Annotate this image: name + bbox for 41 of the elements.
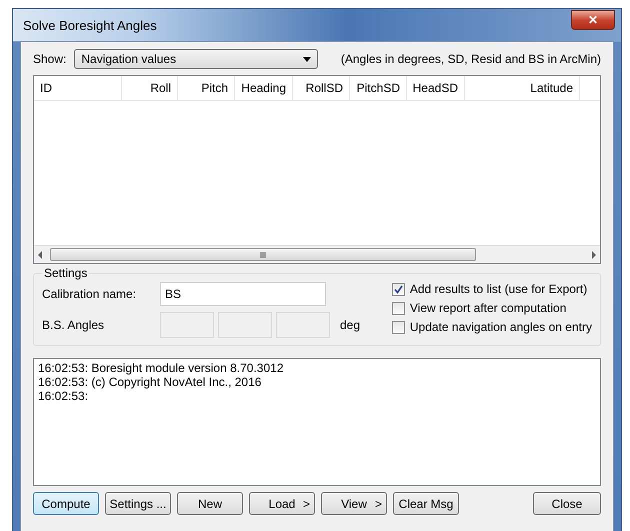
checkbox-label: View report after computation — [410, 301, 566, 315]
scrollbar-thumb[interactable] — [50, 248, 476, 261]
close-dialog-button[interactable]: Close — [533, 492, 601, 515]
angle-field[interactable] — [218, 312, 272, 338]
checkbox[interactable] — [392, 282, 405, 296]
calibration-label: Calibration name: — [42, 287, 138, 301]
log-line: 16:02:53: Boresight module version 8.70.3012 — [38, 361, 285, 375]
action-button[interactable]: Settings ... — [105, 492, 171, 515]
action-button[interactable]: New — [177, 492, 243, 515]
column-header[interactable]: HeadSD — [407, 76, 465, 100]
column-header[interactable]: RollSD — [293, 76, 350, 100]
column-header[interactable]: ID — [34, 76, 122, 100]
checkbox[interactable] — [392, 320, 405, 334]
column-header[interactable]: Roll — [122, 76, 178, 100]
log-line: 16:02:53: — [38, 389, 90, 403]
checkbox-label: Update navigation angles on entry — [410, 320, 592, 334]
column-header[interactable]: Pitch — [178, 76, 235, 100]
unit-label: deg — [340, 318, 360, 332]
angle-field[interactable] — [276, 312, 330, 338]
checkbox[interactable] — [392, 302, 405, 314]
calibration-field[interactable]: BS — [160, 282, 326, 306]
angles-label: B.S. Angles — [42, 318, 106, 332]
settings-title: Settings — [43, 266, 88, 280]
log-line: 16:02:53: (c) Copyright NovAtel Inc., 2016 — [38, 375, 262, 389]
units-note: (Angles in degrees, SD, Resid and BS in ArcMin) — [340, 52, 601, 66]
column-header[interactable]: PitchSD — [350, 76, 407, 100]
window-title: Solve Boresight Angles — [23, 18, 157, 32]
horizontal-scrollbar[interactable] — [34, 245, 600, 263]
close-button[interactable]: ✕ — [571, 10, 615, 30]
column-header[interactable]: Latitude — [465, 76, 580, 100]
column-header[interactable]: Heading — [235, 76, 293, 100]
show-label: Show: — [33, 52, 66, 66]
grip-icon — [260, 252, 266, 258]
dropdown-arrow-icon — [303, 56, 312, 62]
action-button[interactable]: Clear Msg — [393, 492, 459, 515]
action-button[interactable]: Load > — [249, 492, 315, 515]
action-button[interactable]: Compute — [33, 492, 99, 515]
action-button[interactable]: View > — [321, 492, 387, 515]
show-dropdown[interactable]: Navigation values — [74, 49, 318, 69]
checkbox-label: Add results to list (use for Export) — [410, 282, 588, 296]
angle-field[interactable] — [160, 312, 214, 338]
